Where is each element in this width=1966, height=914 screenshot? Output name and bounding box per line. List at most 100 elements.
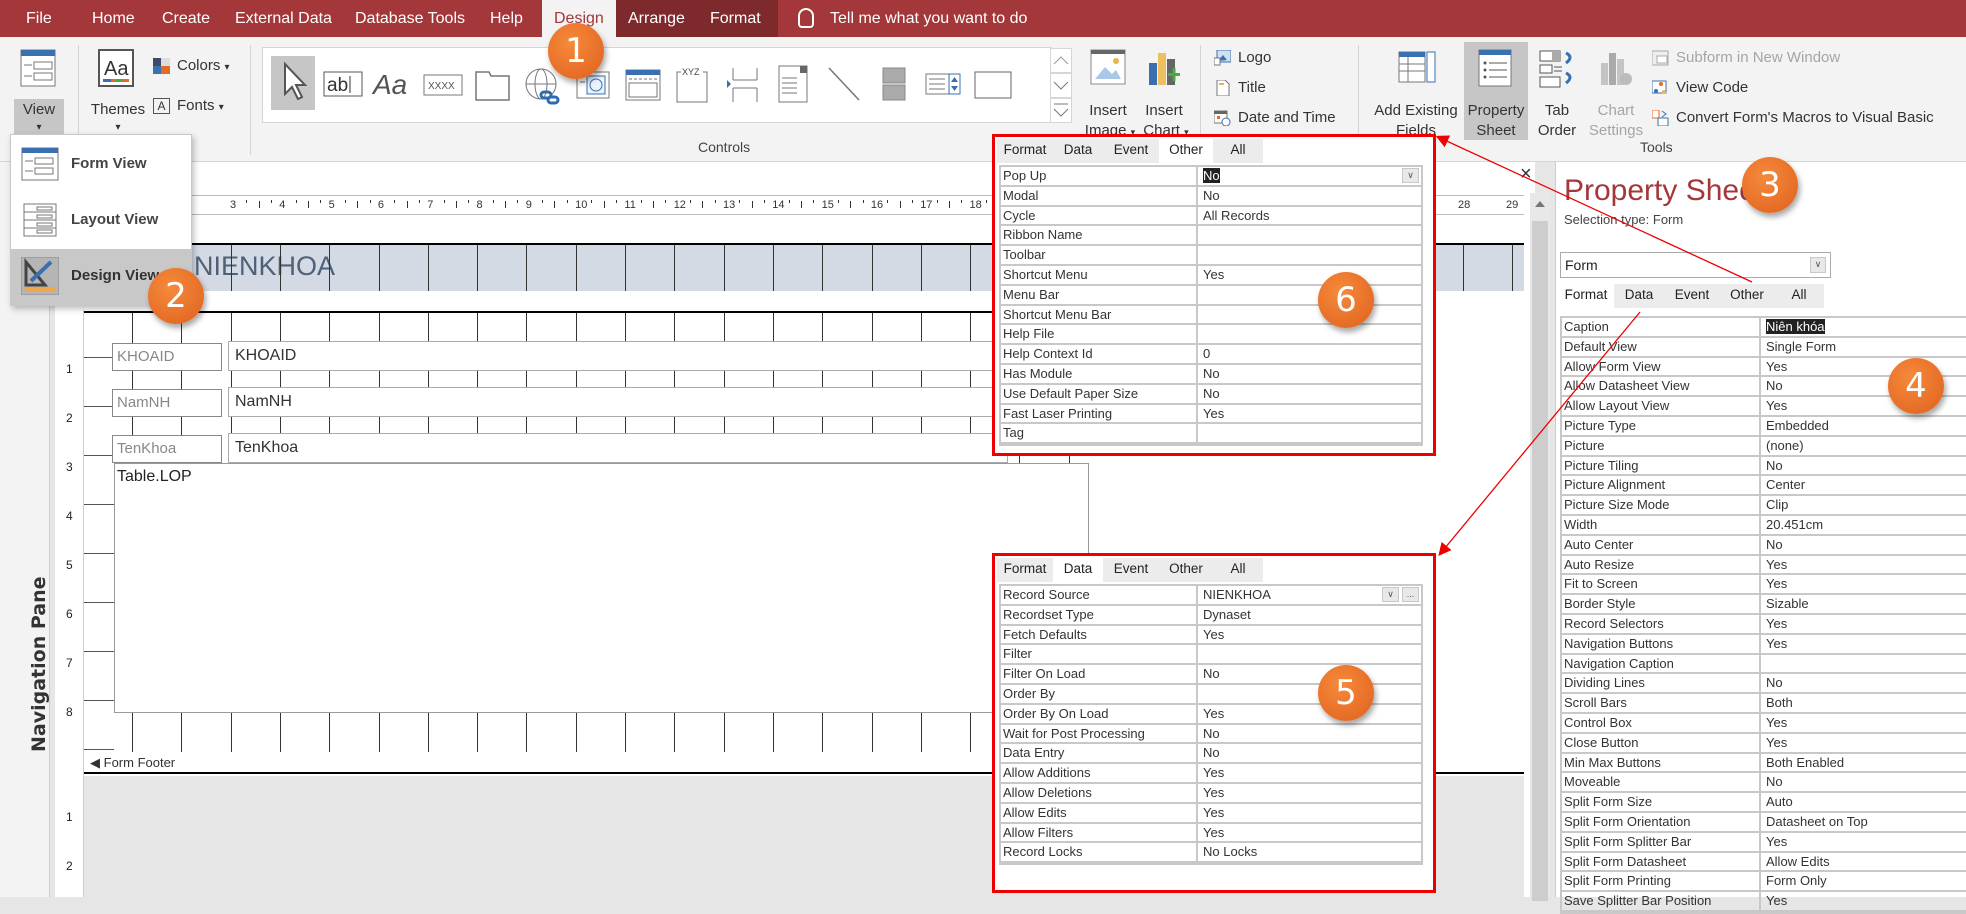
property-value[interactable]: NIENKHOA ∨... xyxy=(1201,586,1421,604)
property-value[interactable]: Yes xyxy=(1201,804,1421,822)
property-row[interactable]: Auto Center No xyxy=(1562,535,1966,556)
field-control-namnh[interactable]: NamNH xyxy=(228,387,1008,417)
property-row[interactable]: Fit to Screen Yes xyxy=(1562,575,1966,596)
tab-format[interactable]: Format xyxy=(698,0,778,37)
property-value[interactable] xyxy=(1201,645,1421,663)
property-row[interactable]: Help File xyxy=(1001,325,1421,346)
add-existing-fields-button[interactable]: Add Existing Fields xyxy=(1370,45,1462,140)
property-row[interactable]: Recordset Type Dynaset xyxy=(1001,605,1421,626)
property-row[interactable]: Control Box Yes xyxy=(1562,713,1966,734)
combo-box-tool[interactable] xyxy=(771,58,815,108)
property-value[interactable]: Yes xyxy=(1764,556,1966,574)
property-value[interactable] xyxy=(1201,306,1421,324)
gallery-scroll-down[interactable] xyxy=(1050,73,1072,98)
property-row[interactable]: Moveable No xyxy=(1562,773,1966,794)
tell-me-search[interactable]: Tell me what you want to do xyxy=(780,0,1027,37)
toggle-button-tool[interactable] xyxy=(871,58,915,108)
property-value[interactable]: Embedded xyxy=(1764,417,1966,435)
property-tab-format[interactable]: Format xyxy=(997,139,1053,163)
title-button[interactable]: Title xyxy=(1214,77,1266,99)
property-row[interactable]: Caption Niên khóa xyxy=(1562,318,1966,338)
field-control-khoaid[interactable]: KHOAID xyxy=(228,341,1008,371)
property-tab-data[interactable]: Data xyxy=(1053,558,1103,582)
property-tab-data[interactable]: Data xyxy=(1053,139,1103,163)
property-value[interactable]: Datasheet on Top xyxy=(1764,813,1966,831)
property-row[interactable]: Save Splitter Bar Position Yes xyxy=(1562,892,1966,912)
property-value[interactable]: All Records xyxy=(1201,207,1421,225)
property-tab-event[interactable]: Event xyxy=(1664,284,1720,308)
logo-button[interactable]: Logo xyxy=(1214,47,1271,69)
property-value[interactable]: Sizable xyxy=(1764,595,1966,613)
scroll-up-icon[interactable] xyxy=(1530,193,1550,215)
property-row[interactable]: Wait for Post Processing No xyxy=(1001,724,1421,745)
convert-macros-button[interactable]: Convert Form's Macros to Visual Basic xyxy=(1652,107,1934,129)
close-document-icon[interactable]: × xyxy=(1520,163,1532,186)
property-row[interactable]: Toolbar xyxy=(1001,246,1421,266)
property-row[interactable]: Fast Laser Printing Yes xyxy=(1001,404,1421,425)
object-selector-dropdown[interactable]: Form ∨ xyxy=(1560,252,1831,278)
tab-control-tool[interactable] xyxy=(471,58,515,108)
chevron-down-icon[interactable]: ∨ xyxy=(1382,587,1399,602)
property-value[interactable] xyxy=(1201,325,1421,343)
property-value[interactable]: No xyxy=(1201,665,1421,683)
property-row[interactable]: Split Form Datasheet Allow Edits xyxy=(1562,852,1966,873)
text-box-tool[interactable]: ab xyxy=(321,58,365,108)
property-value[interactable]: Single Form xyxy=(1764,338,1966,356)
property-tab-other[interactable]: Other xyxy=(1159,139,1213,163)
chevron-down-icon[interactable]: ∨ xyxy=(1810,257,1826,273)
property-row[interactable]: Default View Single Form xyxy=(1562,337,1966,358)
property-row[interactable]: Picture (none) xyxy=(1562,436,1966,457)
property-value[interactable] xyxy=(1201,685,1421,703)
property-value[interactable]: No xyxy=(1764,674,1966,692)
property-row[interactable]: Navigation Caption xyxy=(1562,654,1966,675)
property-value[interactable]: 0 xyxy=(1201,345,1421,363)
tab-order-button[interactable]: Tab Order xyxy=(1530,45,1584,140)
gallery-scroll-up[interactable] xyxy=(1050,48,1072,73)
property-tab-format[interactable]: Format xyxy=(997,558,1053,582)
property-value[interactable]: Yes xyxy=(1201,266,1421,284)
insert-chart-button[interactable]: Insert Chart ▾ xyxy=(1136,45,1192,140)
field-label-tenkhoa[interactable]: TenKhoa xyxy=(112,435,222,463)
view-code-button[interactable]: View Code xyxy=(1652,77,1748,99)
property-row[interactable]: Scroll Bars Both xyxy=(1562,694,1966,714)
navigation-control-tool[interactable] xyxy=(621,58,665,108)
property-value[interactable]: No xyxy=(1201,744,1421,762)
colors-button[interactable]: Colors ▾ xyxy=(153,55,230,77)
property-sheet-button[interactable]: Property Sheet xyxy=(1464,42,1528,140)
property-value[interactable]: Clip xyxy=(1764,496,1966,514)
property-row[interactable]: Split Form Splitter Bar Yes xyxy=(1562,832,1966,853)
property-value[interactable] xyxy=(1201,226,1421,244)
date-and-time-button[interactable]: Date and Time xyxy=(1214,107,1336,129)
chevron-down-icon[interactable]: ∨ xyxy=(1402,168,1419,183)
property-value[interactable]: Yes xyxy=(1201,764,1421,782)
property-tab-other[interactable]: Other xyxy=(1720,284,1774,308)
list-box-tool[interactable] xyxy=(921,58,965,108)
tab-file[interactable]: File xyxy=(14,0,64,37)
property-value[interactable]: No xyxy=(1201,725,1421,743)
property-value[interactable]: Center xyxy=(1764,476,1966,494)
label-tool[interactable]: Aa xyxy=(371,58,415,108)
property-row[interactable]: Auto Resize Yes xyxy=(1562,555,1966,576)
property-value[interactable]: No xyxy=(1201,385,1421,403)
property-value[interactable]: No Locks xyxy=(1201,843,1421,861)
builder-ellipsis-icon[interactable]: ... xyxy=(1402,587,1419,602)
property-value[interactable]: Allow Edits xyxy=(1764,853,1966,871)
design-vertical-scrollbar[interactable] xyxy=(1530,193,1550,901)
property-row[interactable]: Picture Size Mode Clip xyxy=(1562,496,1966,516)
property-row[interactable]: Dividing Lines No xyxy=(1562,674,1966,695)
property-row[interactable]: Allow Deletions Yes xyxy=(1001,783,1421,804)
property-tab-event[interactable]: Event xyxy=(1103,139,1159,163)
detail-section[interactable]: KHOAID KHOAID NamNH NamNH TenKhoa TenKho… xyxy=(84,311,1089,753)
property-value[interactable] xyxy=(1201,286,1421,304)
fonts-button[interactable]: A Fonts ▾ xyxy=(153,95,224,117)
vertical-ruler[interactable]: 1 2 3 4 5 6 7 8 1 2 xyxy=(58,310,84,897)
property-value[interactable]: Both Enabled xyxy=(1764,754,1966,772)
property-row[interactable]: Min Max Buttons Both Enabled xyxy=(1562,753,1966,774)
property-row[interactable]: Filter xyxy=(1001,645,1421,666)
tab-external-data[interactable]: External Data xyxy=(223,0,344,37)
view-button[interactable]: View ▾ xyxy=(14,45,64,139)
tab-create[interactable]: Create xyxy=(150,0,222,37)
subform-control[interactable]: Table.LOP xyxy=(114,463,1089,713)
property-row[interactable]: Has Module No xyxy=(1001,364,1421,385)
property-value[interactable]: Yes xyxy=(1764,892,1966,910)
